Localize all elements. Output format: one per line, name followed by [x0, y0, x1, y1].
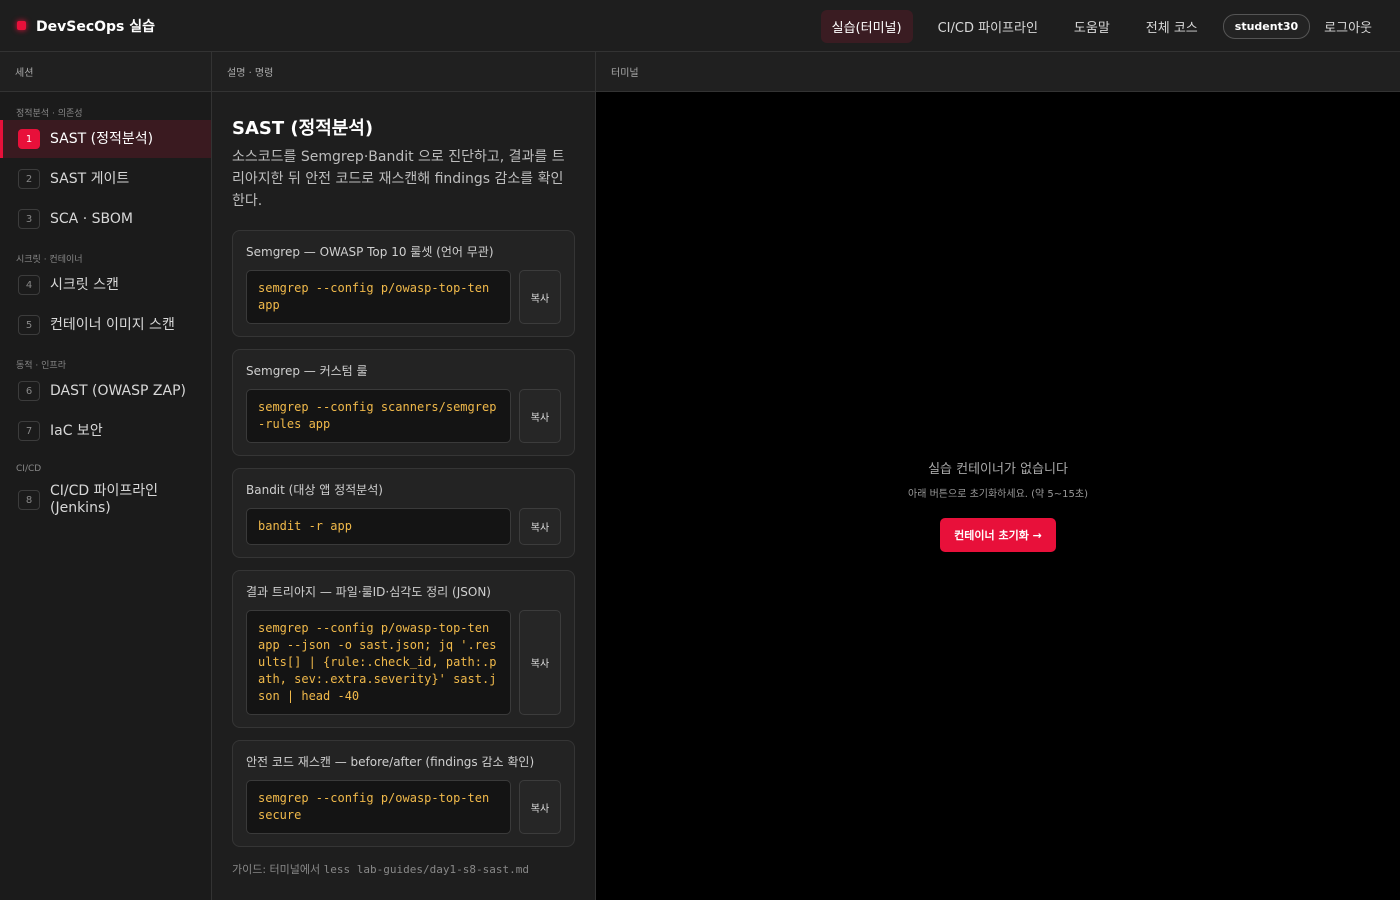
guide-pane: 설명 · 명령 SAST (정적분석) 소스코드를 Semgrep·Bandit…	[212, 52, 596, 900]
session-group-label: CI/CD	[16, 464, 42, 474]
command-title: 결과 트리아지 — 파일·룰ID·심각도 정리 (JSON)	[246, 585, 491, 599]
session-item-secret-scan[interactable]: 4 시크릿 스캔	[0, 266, 211, 304]
nav-item-cicd-pipeline[interactable]: CI/CD 파이프라인	[927, 10, 1049, 43]
nav-item-help[interactable]: 도움말	[1063, 10, 1121, 43]
brand-logo-icon	[17, 21, 26, 30]
command-title: Semgrep — OWASP Top 10 룰셋 (언어 무관)	[246, 245, 494, 259]
session-label: 시크릿 스캔	[50, 276, 119, 293]
guide-hint-command: less lab-guides/day1-s8-sast.md	[323, 863, 529, 876]
guide-hint-prefix: 가이드: 터미널에서	[232, 863, 321, 876]
session-number: 2	[18, 169, 40, 189]
empty-state-title: 실습 컨테이너가 없습니다	[928, 462, 1068, 477]
copy-button[interactable]: 복사	[519, 780, 561, 834]
session-number: 4	[18, 275, 40, 295]
session-number: 6	[18, 381, 40, 401]
command-code[interactable]: semgrep --config p/owasp-top-ten app	[246, 270, 511, 324]
command-title: Semgrep — 커스텀 룰	[246, 364, 368, 378]
session-label: SAST (정적분석)	[50, 130, 154, 147]
session-group-label: 시크릿 · 컨테이너	[16, 255, 83, 265]
copy-button[interactable]: 복사	[519, 389, 561, 443]
session-label: CI/CD 파이프라인 (Jenkins)	[50, 483, 159, 516]
command-code[interactable]: semgrep --config p/owasp-top-ten secure	[246, 780, 511, 834]
user-badge[interactable]: student30	[1222, 13, 1311, 39]
command-code[interactable]: semgrep --config p/owasp-top-ten app --j…	[246, 610, 511, 715]
command-card: 결과 트리아지 — 파일·룰ID·심각도 정리 (JSON) semgrep -…	[232, 570, 575, 728]
top-bar: DevSecOps 실습 실습(터미널) CI/CD 파이프라인 도움말 전체 …	[0, 0, 1400, 52]
sidebar-header: 세션	[0, 52, 211, 92]
copy-button[interactable]: 복사	[519, 508, 561, 545]
session-group-label: 동적 · 인프라	[16, 361, 66, 371]
session-item-sca-sbom[interactable]: 3 SCA · SBOM	[0, 200, 211, 238]
command-code[interactable]: bandit -r app	[246, 508, 511, 545]
session-description: 소스코드를 Semgrep·Bandit 으로 진단하고, 결과를 트리아지한 …	[232, 149, 565, 209]
session-label: 컨테이너 이미지 스캔	[50, 316, 175, 333]
session-number: 1	[18, 129, 40, 149]
session-label: SAST 게이트	[50, 170, 130, 187]
empty-state-subtitle: 아래 버튼으로 초기화하세요. (약 5~15초)	[908, 489, 1088, 500]
command-card: 안전 코드 재스캔 — before/after (findings 감소 확인…	[232, 740, 575, 847]
command-card: Semgrep — OWASP Top 10 룰셋 (언어 무관) semgre…	[232, 230, 575, 337]
brand-title: DevSecOps 실습	[36, 18, 156, 35]
sessions-sidebar: 세션 정적분석 · 의존성 1 SAST (정적분석) 2 SAST 게이트 3…	[0, 52, 212, 900]
command-card: Semgrep — 커스텀 룰 semgrep --config scanner…	[232, 349, 575, 456]
command-title: Bandit (대상 앱 정적분석)	[246, 483, 383, 497]
session-item-sast-gate[interactable]: 2 SAST 게이트	[0, 160, 211, 198]
copy-button[interactable]: 복사	[519, 270, 561, 324]
command-code[interactable]: semgrep --config scanners/semgrep-rules …	[246, 389, 511, 443]
brand[interactable]: DevSecOps 실습	[17, 16, 155, 36]
reset-container-button[interactable]: 컨테이너 초기화 →	[940, 518, 1056, 552]
session-number: 5	[18, 315, 40, 335]
session-group-label: 정적분석 · 의존성	[16, 109, 83, 119]
guide-hint: 가이드: 터미널에서 less lab-guides/day1-s8-sast.…	[232, 861, 575, 877]
page-title: SAST (정적분석)	[232, 118, 374, 139]
session-item-cicd-jenkins[interactable]: 8 CI/CD 파이프라인 (Jenkins)	[0, 478, 211, 522]
copy-button[interactable]: 복사	[519, 610, 561, 715]
command-title: 안전 코드 재스캔 — before/after (findings 감소 확인…	[246, 755, 535, 769]
top-nav: 실습(터미널) CI/CD 파이프라인 도움말 전체 코스 student30 …	[820, 0, 1400, 52]
session-number: 8	[18, 490, 40, 510]
session-item-iac[interactable]: 7 IaC 보안	[0, 412, 211, 450]
logout-link[interactable]: 로그아웃	[1324, 17, 1372, 36]
session-number: 3	[18, 209, 40, 229]
session-label: SCA · SBOM	[50, 210, 133, 227]
terminal-pane: 터미널 실습 컨테이너가 없습니다 아래 버튼으로 초기화하세요. (약 5~1…	[596, 52, 1400, 900]
terminal-empty-state: 실습 컨테이너가 없습니다 아래 버튼으로 초기화하세요. (약 5~15초) …	[596, 458, 1400, 552]
command-card: Bandit (대상 앱 정적분석) bandit -r app 복사	[232, 468, 575, 558]
session-label: IaC 보안	[50, 422, 103, 439]
session-item-dast[interactable]: 6 DAST (OWASP ZAP)	[0, 372, 211, 410]
session-number: 7	[18, 421, 40, 441]
terminal-header: 터미널	[596, 52, 1400, 92]
nav-item-lab-terminal[interactable]: 실습(터미널)	[820, 9, 913, 43]
session-item-container-scan[interactable]: 5 컨테이너 이미지 스캔	[0, 306, 211, 344]
nav-item-all-courses[interactable]: 전체 코스	[1135, 10, 1209, 43]
session-item-sast[interactable]: 1 SAST (정적분석)	[0, 120, 211, 158]
guide-pane-header: 설명 · 명령	[212, 52, 595, 92]
session-label: DAST (OWASP ZAP)	[50, 382, 186, 399]
